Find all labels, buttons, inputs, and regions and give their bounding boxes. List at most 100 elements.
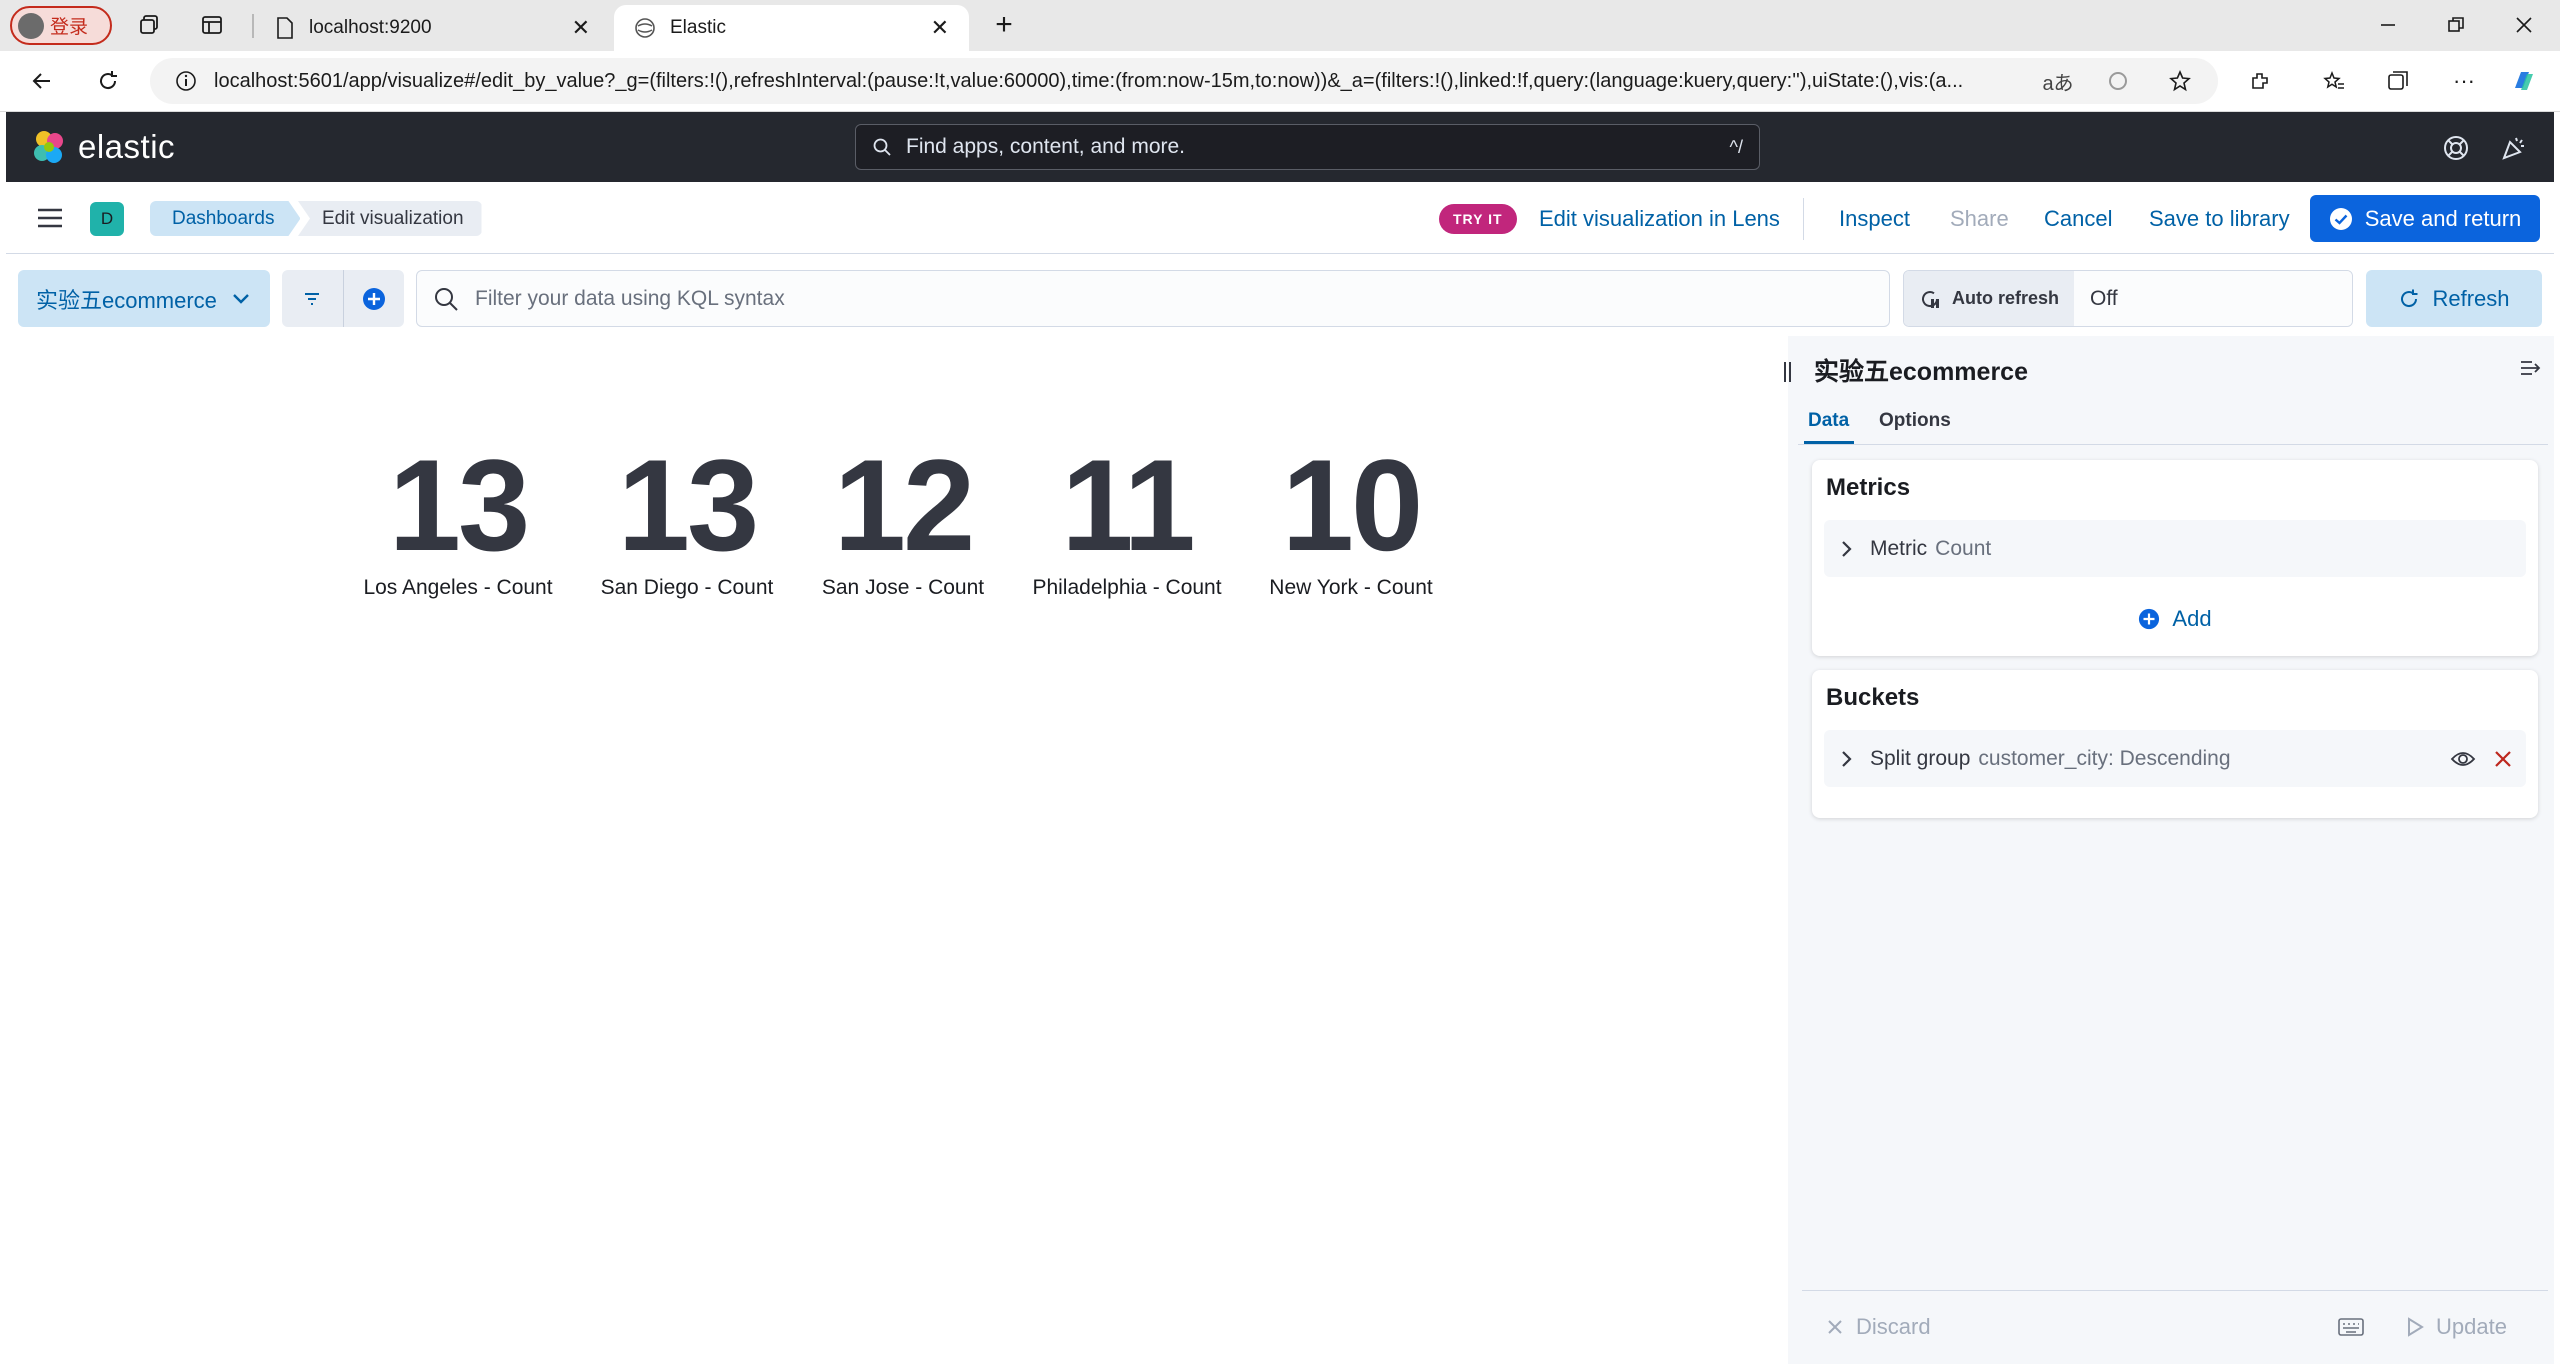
cancel-button[interactable]: Cancel: [2044, 204, 2112, 234]
tabs-divider: [1798, 444, 2548, 445]
tab-separator: [252, 14, 254, 38]
save-to-library-button[interactable]: Save to library: [2149, 204, 2290, 234]
filter-menu-button[interactable]: [282, 270, 343, 327]
metric-value: 13: [617, 432, 760, 578]
bucket-agg-row[interactable]: Split group customer_city: Descending: [1824, 730, 2526, 787]
profile-login-button[interactable]: 登录: [10, 6, 112, 45]
bucket-agg-desc: customer_city: Descending: [1978, 746, 2231, 770]
more-menu-icon[interactable]: ···: [2444, 61, 2484, 101]
auto-refresh-value[interactable]: Off: [2074, 271, 2352, 326]
auto-refresh-toggle[interactable]: Auto refresh: [1904, 271, 2074, 326]
workspaces-icon[interactable]: [130, 5, 170, 45]
elastic-favicon-icon: [635, 18, 655, 38]
plus-circle-icon: [362, 287, 385, 310]
keyboard-shortcut-icon[interactable]: [2338, 1317, 2364, 1337]
refresh-icon: [2401, 289, 2418, 307]
auto-refresh-label: Auto refresh: [1952, 288, 2060, 308]
global-search-placeholder: Find apps, content, and more.: [906, 135, 1185, 158]
new-tab-icon[interactable]: +: [984, 5, 1024, 45]
discard-label: Discard: [1856, 1313, 1931, 1339]
tab-actions-icon[interactable]: [192, 5, 232, 45]
collections-icon[interactable]: [2378, 61, 2418, 101]
eye-icon[interactable]: [2450, 749, 2476, 769]
metric-agg-desc: Count: [1935, 536, 1992, 560]
login-label: 登录: [50, 17, 89, 38]
metric-label: Philadelphia - Count: [1032, 576, 1222, 599]
tab-options[interactable]: Options: [1879, 410, 1951, 432]
refresh-button[interactable]: Refresh: [2366, 270, 2542, 327]
refresh-pause-icon: [1922, 290, 1939, 308]
auto-refresh-control[interactable]: Auto refresh Off: [1903, 270, 2353, 327]
save-and-return-button[interactable]: Save and return: [2310, 195, 2540, 242]
chevron-right-icon[interactable]: [1840, 749, 1854, 769]
metrics-panel-title: Metrics: [1826, 474, 1911, 501]
search-icon: [873, 138, 891, 156]
metric-tile: 10 New York - Count: [1269, 440, 1432, 600]
edit-in-lens-link[interactable]: Edit visualization in Lens: [1539, 204, 1780, 234]
elastic-logo[interactable]: elastic: [30, 127, 175, 167]
space-avatar[interactable]: D: [90, 202, 124, 236]
refresh-label: Refresh: [2432, 285, 2510, 311]
metric-agg-row[interactable]: Metric Count: [1824, 520, 2526, 577]
reload-icon[interactable]: [88, 61, 128, 101]
close-tab-icon[interactable]: ✕: [931, 15, 949, 41]
close-window-icon[interactable]: [2504, 5, 2544, 45]
buckets-panel: Buckets Split group customer_city: Desce…: [1812, 670, 2538, 818]
elastic-logo-icon: [34, 131, 63, 163]
kibana-subheader: D Dashboards Edit visualization TRY IT E…: [6, 182, 2554, 254]
breadcrumb-edit-visualization: Edit visualization: [298, 201, 482, 236]
minimize-icon[interactable]: [2368, 5, 2408, 45]
global-search-input[interactable]: Find apps, content, and more. ^/: [855, 124, 1760, 170]
metrics-panel: Metrics Metric Count Add: [1812, 460, 2538, 656]
url-field[interactable]: localhost:5601/app/visualize#/edit_by_va…: [150, 58, 2218, 104]
favorite-star-icon[interactable]: [2160, 61, 2200, 101]
plus-circle-icon: [2139, 608, 2160, 630]
metric-label: New York - Count: [1269, 576, 1433, 599]
add-metric-button[interactable]: Add: [1812, 606, 2538, 632]
active-tab-indicator: [1804, 441, 1854, 444]
update-button[interactable]: Update: [2406, 1314, 2507, 1340]
back-icon[interactable]: [22, 61, 62, 101]
metric-tile: 11 Philadelphia - Count: [1032, 440, 1221, 600]
share-button[interactable]: Share: [1950, 204, 2009, 234]
favorites-icon[interactable]: [2314, 61, 2354, 101]
remove-x-icon[interactable]: [2494, 750, 2512, 768]
help-icon[interactable]: [2442, 134, 2470, 162]
browser-address-bar: localhost:5601/app/visualize#/edit_by_va…: [0, 51, 2560, 112]
metric-label: Los Angeles - Count: [363, 576, 553, 599]
news-feed-icon[interactable]: [2500, 134, 2528, 162]
collapse-sidebar-icon[interactable]: [2518, 356, 2542, 380]
read-aloud-icon[interactable]: aあ: [2038, 61, 2078, 101]
tab-title: localhost:9200: [309, 17, 432, 38]
try-it-badge: TRY IT: [1439, 204, 1517, 234]
url-text: localhost:5601/app/visualize#/edit_by_va…: [214, 69, 1964, 92]
metric-tile: 13 San Diego - Count: [601, 440, 774, 600]
data-view-picker[interactable]: 实验五ecommerce: [18, 270, 270, 327]
sidebar-footer: Discard Update: [1802, 1290, 2548, 1362]
resize-handle[interactable]: [1784, 362, 1794, 382]
add-filter-button[interactable]: [343, 270, 404, 327]
profile-avatar-icon: [18, 12, 44, 39]
site-info-icon[interactable]: [174, 69, 198, 93]
chevron-down-icon: [233, 293, 249, 304]
tab-data[interactable]: Data: [1808, 410, 1849, 432]
inspect-button[interactable]: Inspect: [1839, 204, 1910, 234]
filter-icon: [305, 292, 320, 305]
discard-button[interactable]: Discard: [1826, 1314, 1931, 1340]
metric-label: San Jose - Count: [821, 576, 985, 599]
restore-icon[interactable]: [2436, 5, 2476, 45]
app-available-icon[interactable]: [2098, 61, 2138, 101]
browser-tab-elastic[interactable]: Elastic ✕: [614, 5, 969, 51]
kql-query-input[interactable]: Filter your data using KQL syntax: [416, 270, 1890, 327]
elastic-logo-text: elastic: [78, 128, 176, 165]
metric-tile: 13 Los Angeles - Count: [363, 440, 552, 600]
metric-value: 10: [1281, 432, 1424, 578]
chevron-right-icon[interactable]: [1840, 539, 1854, 559]
menu-toggle-icon[interactable]: [36, 206, 64, 230]
copilot-icon[interactable]: [2504, 61, 2544, 101]
tab-title: Elastic: [670, 17, 726, 38]
breadcrumb-dashboards[interactable]: Dashboards: [150, 201, 300, 236]
close-tab-icon[interactable]: ✕: [572, 15, 590, 41]
extensions-icon[interactable]: [2240, 61, 2280, 101]
browser-tab-localhost-9200[interactable]: localhost:9200 ✕: [255, 5, 610, 51]
